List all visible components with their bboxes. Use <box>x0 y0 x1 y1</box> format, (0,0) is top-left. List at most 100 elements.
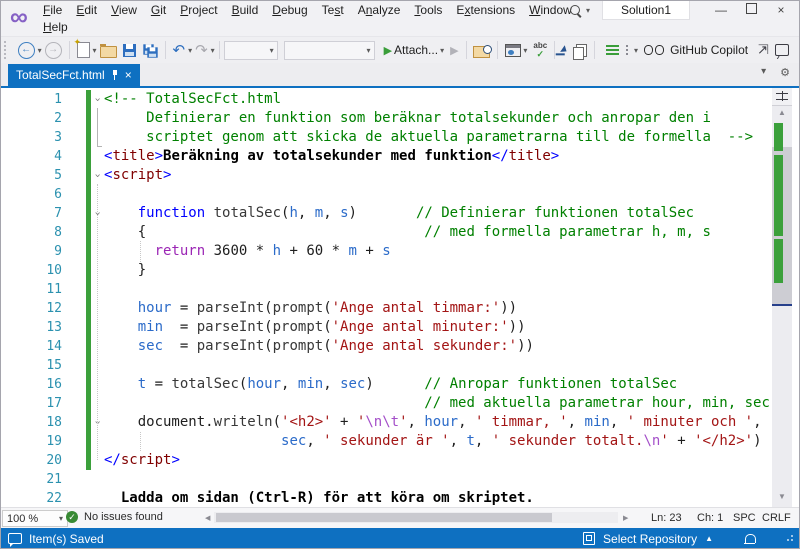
line-number: 4 <box>0 147 62 166</box>
code-line[interactable]: 17 // med aktuella parametrar hour, min,… <box>0 394 772 413</box>
editor-split-handle[interactable] <box>772 88 792 106</box>
new-file-button[interactable] <box>74 39 93 61</box>
menu-build[interactable]: Build <box>225 1 266 19</box>
configuration-combobox[interactable]: ▾ <box>224 41 278 60</box>
horizontal-scrollbar-thumb[interactable] <box>216 513 552 522</box>
code-line[interactable]: 6 <box>0 185 772 204</box>
close-tab-icon[interactable]: × <box>125 69 132 81</box>
resize-grip[interactable] <box>786 535 794 543</box>
editor-status-strip: 100 % ▾ ✓ No issues found ◀ ▶ Ln: 23 Ch:… <box>0 507 800 529</box>
scroll-up-arrow-icon[interactable]: ▲ <box>772 108 792 117</box>
window-options-gear-icon[interactable]: ⚙ <box>780 66 790 79</box>
code-line[interactable]: 4<title>Beräkning av totalsekunder med f… <box>0 147 772 166</box>
redo-button[interactable] <box>192 39 211 61</box>
pin-tab-icon[interactable] <box>112 70 118 80</box>
code-line[interactable]: 18› document.writeln('<h2>' + '\n\t', ho… <box>0 413 772 432</box>
start-without-debugging-button[interactable] <box>447 39 461 61</box>
send-feedback-button[interactable] <box>772 39 792 61</box>
menu-project[interactable]: Project <box>173 1 224 19</box>
close-button[interactable]: × <box>768 1 794 19</box>
line-number: 10 <box>0 261 62 280</box>
code-line[interactable]: 8 { // med formella parametrar h, m, s <box>0 223 772 242</box>
copy-parallel-button[interactable] <box>570 39 590 61</box>
change-tracking-bar <box>86 356 91 375</box>
menu-analyze[interactable]: Analyze <box>351 1 408 19</box>
scroll-right-arrow-icon[interactable]: ▶ <box>623 514 628 522</box>
menu-test[interactable]: Test <box>315 1 351 19</box>
menu-extensions[interactable]: Extensions <box>449 1 522 19</box>
line-ending-indicator[interactable]: CRLF <box>762 512 791 524</box>
back-arrow-icon <box>18 42 35 59</box>
change-tracking-bar <box>86 394 91 413</box>
notifications-bell-icon[interactable] <box>745 534 756 543</box>
zoom-level-select[interactable]: 100 % ▾ <box>2 510 68 527</box>
copilot-goggles-icon <box>644 44 664 56</box>
code-line[interactable]: 10 } <box>0 261 772 280</box>
active-files-dropdown-icon[interactable]: ▾ <box>761 66 766 79</box>
undo-button[interactable] <box>169 39 188 61</box>
maximize-button[interactable] <box>738 1 764 19</box>
format-document-button[interactable] <box>599 39 622 61</box>
toolbar-grip-handle[interactable] <box>4 41 11 59</box>
code-line[interactable]: 13 min = parseInt(prompt('Ange antal min… <box>0 318 772 337</box>
code-line[interactable]: 21 <box>0 470 772 489</box>
code-line[interactable]: 14 sec = parseInt(prompt('Ange antal sek… <box>0 337 772 356</box>
horizontal-scrollbar[interactable] <box>214 512 618 523</box>
code-line[interactable]: 12 hour = parseInt(prompt('Ange antal ti… <box>0 299 772 318</box>
platform-combobox[interactable]: ▾ <box>284 41 375 60</box>
menu-file[interactable]: File <box>36 1 69 19</box>
spell-check-button[interactable]: abc <box>530 39 550 61</box>
search-icon[interactable] <box>570 5 580 15</box>
menu-view[interactable]: View <box>104 1 144 19</box>
menu-bar-row2: Help <box>36 18 75 35</box>
scroll-down-arrow-icon[interactable]: ▼ <box>772 492 792 501</box>
navigate-back-button[interactable] <box>15 39 38 61</box>
share-button[interactable] <box>755 39 772 61</box>
document-health-indicator[interactable]: ✓ No issues found <box>66 511 163 523</box>
open-file-button[interactable] <box>97 39 120 61</box>
code-editor[interactable]: 1›<!-- TotalSecFct.html2 Definierar en f… <box>0 88 800 507</box>
select-repository-button[interactable]: Select Repository <box>603 532 697 546</box>
code-line[interactable]: 2 Definierar en funktion som beräknar to… <box>0 109 772 128</box>
repository-up-caret-icon: ▲ <box>705 534 713 543</box>
toolbar-options-button[interactable]: ▾ <box>622 39 641 61</box>
line-number: 18 <box>0 413 62 432</box>
navigate-forward-button[interactable] <box>42 39 65 61</box>
search-dropdown-caret-icon[interactable]: ▾ <box>586 6 590 15</box>
attach-button[interactable]: Attach... ▾ <box>381 39 448 61</box>
tab-totalsecfct[interactable]: TotalSecFct.html × <box>8 64 140 86</box>
code-line[interactable]: 3 scriptet genom att skicka de aktuella … <box>0 128 772 147</box>
menu-git[interactable]: Git <box>144 1 173 19</box>
minimize-button[interactable]: — <box>708 1 734 19</box>
code-line[interactable]: 19 sec, ' sekunder är ', t, ' sekunder t… <box>0 432 772 451</box>
code-line[interactable]: 1›<!-- TotalSecFct.html <box>0 90 772 109</box>
redo-dropdown-caret-icon[interactable]: ▾ <box>211 46 215 55</box>
scroll-left-arrow-icon[interactable]: ◀ <box>205 514 210 522</box>
save-button[interactable] <box>120 39 139 61</box>
solution-name-box[interactable]: Solution1 <box>602 0 690 20</box>
save-all-button[interactable] <box>139 39 161 61</box>
column-indicator[interactable]: Ch: 1 <box>697 512 723 524</box>
line-indicator[interactable]: Ln: 23 <box>651 512 682 524</box>
code-line[interactable]: 5›<script> <box>0 166 772 185</box>
code-line[interactable]: 7› function totalSec(h, m, s) // Definie… <box>0 204 772 223</box>
navigate-to-button[interactable] <box>559 39 570 61</box>
change-tracking-bar <box>86 223 91 242</box>
code-line[interactable]: 15 <box>0 356 772 375</box>
code-line[interactable]: 22 Ladda om sidan (Ctrl-R) för att köra … <box>0 489 772 507</box>
menu-debug[interactable]: Debug <box>265 1 314 19</box>
spaces-indicator[interactable]: SPC <box>733 512 756 524</box>
menu-tools[interactable]: Tools <box>407 1 449 19</box>
github-copilot-button[interactable]: GitHub Copilot <box>641 39 755 61</box>
menu-edit[interactable]: Edit <box>69 1 104 19</box>
code-line[interactable]: 9 return 3600 * h + 60 * m + s <box>0 242 772 261</box>
vertical-scrollbar[interactable]: ▲ ▼ <box>772 88 792 507</box>
repository-icon <box>583 532 595 545</box>
code-line[interactable]: 20</script> <box>0 451 772 470</box>
line-number: 14 <box>0 337 62 356</box>
code-line[interactable]: 11 <box>0 280 772 299</box>
menu-help[interactable]: Help <box>36 18 75 36</box>
find-in-files-button[interactable] <box>470 39 493 61</box>
code-line[interactable]: 16 t = totalSec(hour, min, sec) // Anrop… <box>0 375 772 394</box>
preview-in-browser-button[interactable]: ▾ <box>502 39 530 61</box>
